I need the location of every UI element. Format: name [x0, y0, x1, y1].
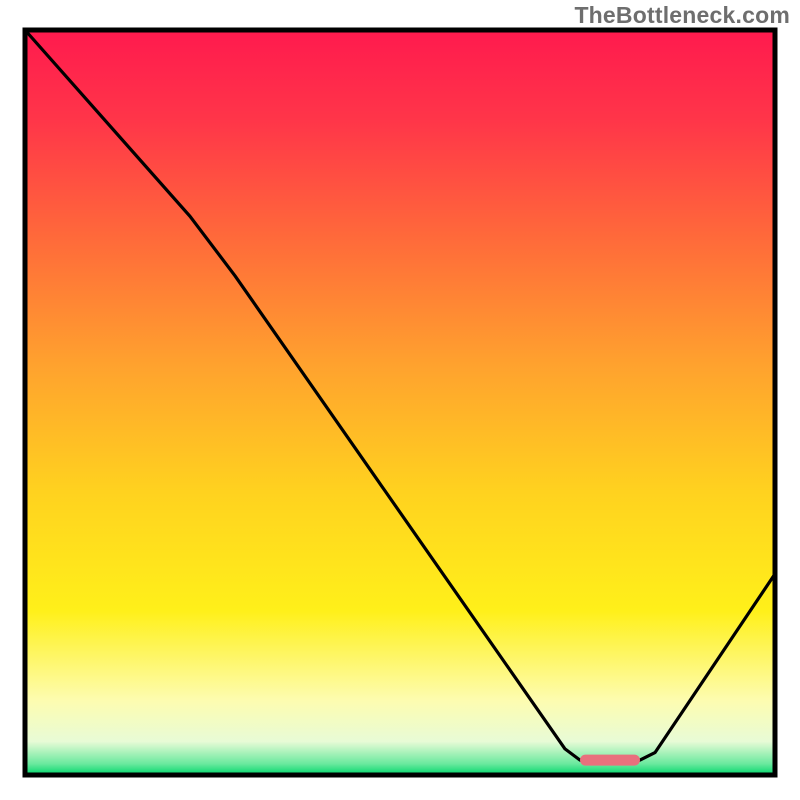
bottleneck-chart: [0, 0, 800, 800]
optimum-marker: [580, 755, 640, 766]
chart-stage: TheBottleneck.com: [0, 0, 800, 800]
gradient-background: [25, 30, 775, 775]
